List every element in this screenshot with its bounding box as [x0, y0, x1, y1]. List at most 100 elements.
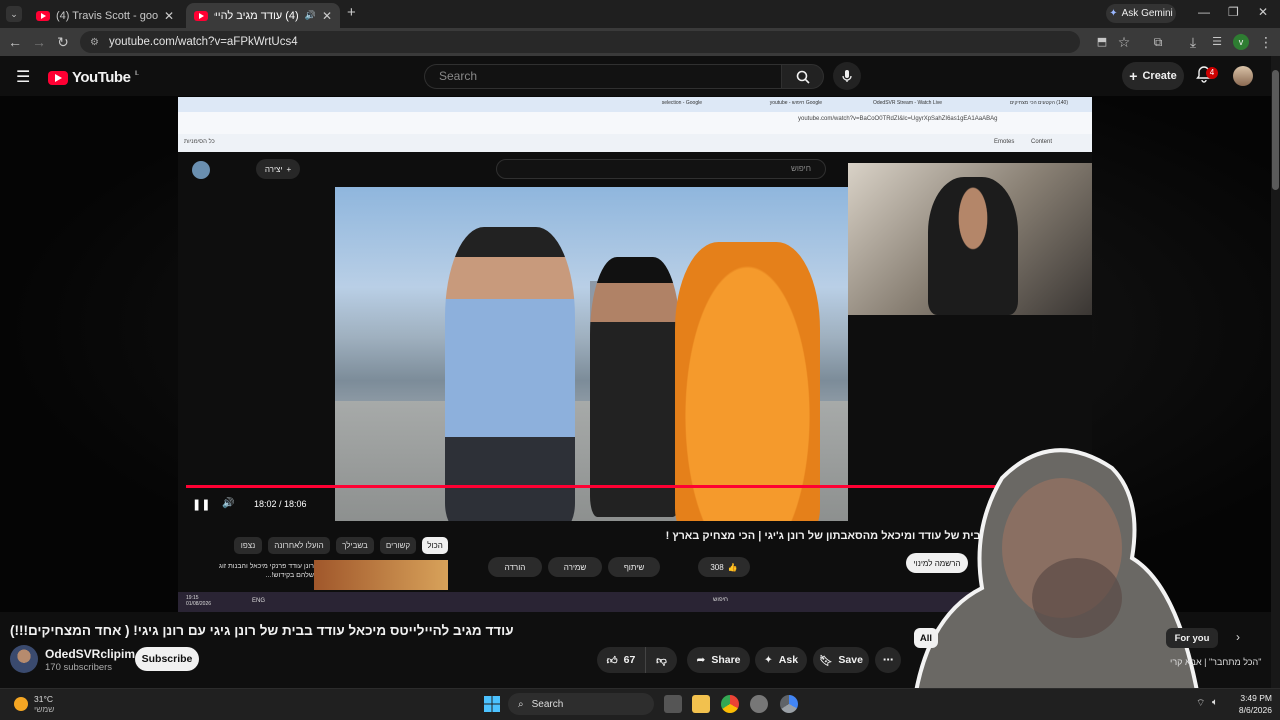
site-info-icon[interactable]: ⚙ [90, 37, 99, 48]
youtube-logo[interactable]: YouTube IL [48, 69, 139, 86]
tab-search-icon[interactable]: ⌄ [6, 6, 22, 22]
logo-region: IL [134, 70, 139, 77]
taskbar-search-label: Search [531, 698, 564, 710]
share-button[interactable]: ➦ Share [687, 647, 750, 673]
plus-icon: + [1129, 68, 1138, 84]
restore-icon[interactable]: ❐ [1228, 5, 1239, 19]
inner-create-button: יצירה + [256, 159, 300, 179]
app-icon[interactable] [750, 695, 768, 713]
youtube-favicon-icon [36, 10, 50, 21]
taskbar-search[interactable]: ⌕ Search [508, 693, 654, 715]
youtube-favicon-icon [194, 10, 208, 21]
inner-bookmarks-label: כל הסימניות [184, 139, 215, 145]
video-title: עודד מגיב להיילייטס מיכאל עודד בבית של ר… [10, 623, 514, 638]
close-icon[interactable]: ✕ [164, 9, 174, 23]
browser-toolbar: ← → ↻ ⚙ youtube.com/watch?v=aFPkWrtUcs4 … [0, 28, 1280, 56]
like-button[interactable]: 👍︎ 67 [597, 647, 645, 673]
profile-avatar[interactable]: v [1233, 34, 1249, 50]
inner-tab-2: OdedSVR Stream - Watch Live [872, 100, 942, 106]
extensions-icon[interactable]: ⧉ [1150, 34, 1166, 50]
ask-button[interactable]: ✦ Ask [755, 647, 807, 673]
speaker-icon[interactable]: 🔊 [305, 10, 316, 21]
browser-tab-bar: ⌄ (4) Travis Scott - goosebumps ( ✕ (4) … [0, 0, 1280, 28]
tab-current-video[interactable]: (4) עודד מגיב להיילייטס מיכ 🔊 ✕ [186, 3, 340, 28]
chevron-right-icon[interactable]: › [1236, 630, 1240, 644]
inner-url: youtube.com/watch?v=BaCoO0TRdZI&lc=UgyrX… [798, 116, 998, 122]
streamer-person [928, 177, 1018, 315]
ask-gemini-button[interactable]: ✦ Ask Gemini [1106, 4, 1176, 23]
search-button[interactable] [781, 64, 824, 89]
plus-icon: + [286, 164, 292, 174]
windows-start-icon[interactable] [484, 696, 500, 712]
reload-icon[interactable]: ↻ [55, 34, 71, 50]
share-label: Share [711, 654, 741, 666]
close-icon[interactable]: ✕ [322, 9, 332, 23]
police-character [445, 227, 575, 521]
inner-related-title: רונן עודד פרנקי מיכאל והבנות זוג שלהם בק… [218, 563, 314, 579]
sparkle-icon: ✦ [763, 654, 773, 666]
inner-emotes: Emotes [994, 139, 1015, 145]
inner-avatar [192, 161, 210, 179]
back-icon[interactable]: ← [7, 34, 23, 50]
inner-search-input: חיפוש [496, 159, 826, 179]
search-icon: ⌕ [518, 698, 524, 710]
inner-chip-watched: נצפו [234, 537, 262, 554]
inner-volume-icon: 🔊 [222, 498, 235, 509]
window-close-icon[interactable]: ✕ [1258, 5, 1268, 19]
thumbs-up-icon: 👍︎ [606, 654, 618, 667]
inner-browser-omnibar: youtube.com/watch?v=BaCoO0TRdZI&lc=UgyrX… [178, 112, 1092, 134]
related-video-title[interactable]: "הכל מתחבר" | אבא קרי [1170, 657, 1261, 667]
filter-chip-for-you[interactable]: For you [1166, 628, 1218, 648]
inner-tab-1: (140) הקטעים הכי מצחיקים [1009, 100, 1068, 106]
ask-gemini-label: Ask Gemini [1121, 8, 1173, 19]
inner-search-placeholder: חיפוש [791, 164, 811, 173]
create-label: Create [1142, 70, 1177, 82]
search-input[interactable]: Search [424, 64, 781, 89]
hamburger-menu-icon[interactable]: ☰ [16, 67, 30, 87]
dislike-button[interactable]: 👎︎ [645, 647, 677, 673]
forward-icon[interactable]: → [31, 34, 47, 50]
channel-avatar[interactable] [10, 645, 38, 673]
sun-icon [14, 697, 28, 711]
bookmark-icon: 🔖︎ [819, 654, 833, 667]
streamer-overlay [912, 448, 1205, 720]
minimize-icon[interactable]: — [1198, 5, 1210, 19]
wifi-icon[interactable]: ⌔ [1196, 697, 1205, 710]
system-clock[interactable]: 3:49 PM 8/6/2026 [1230, 692, 1272, 716]
volume-icon[interactable]: 🔈︎ [1212, 697, 1218, 708]
download-icon[interactable]: ⤓ [1185, 34, 1201, 50]
inner-download-button: הורדה [488, 557, 542, 577]
account-avatar[interactable] [1233, 66, 1253, 86]
subscribe-button[interactable]: Subscribe [135, 647, 199, 671]
install-app-icon[interactable]: ⬒ [1094, 34, 1110, 50]
inner-share-label: שיתוף [623, 562, 645, 572]
more-actions-button[interactable]: ⋯ [875, 647, 901, 673]
inner-related-thumb [314, 560, 448, 590]
filter-chip-all[interactable]: All [914, 628, 938, 648]
more-menu-icon[interactable]: ⋮ [1258, 34, 1274, 50]
save-label: Save [838, 654, 863, 666]
channel-name[interactable]: OdedSVRclipim [45, 647, 135, 661]
new-tab-button[interactable]: + [347, 4, 356, 21]
file-explorer-icon[interactable] [692, 695, 710, 713]
tab-travis-scott[interactable]: (4) Travis Scott - goosebumps ( ✕ [28, 3, 182, 28]
weather-widget[interactable]: 31°C שמשי [14, 694, 54, 714]
inner-pause-icon: ❚❚ [192, 499, 211, 511]
reading-list-icon[interactable]: ☰ [1209, 34, 1225, 50]
save-button[interactable]: 🔖︎ Save [813, 647, 869, 673]
youtube-header: ☰ YouTube IL Search + Create [0, 56, 1280, 96]
like-count: 67 [623, 654, 636, 666]
voice-search-button[interactable] [833, 62, 861, 90]
video-scene [335, 187, 848, 521]
chrome-beta-icon[interactable] [780, 695, 798, 713]
task-view-icon[interactable] [664, 695, 682, 713]
create-button[interactable]: + Create [1122, 62, 1184, 90]
inner-tab-3: youtube - חיפוש Google [769, 100, 822, 106]
inner-time-display: 18:02 / 18:06 [254, 499, 307, 509]
inner-like-button: 308 👍 [698, 557, 750, 577]
microphone-icon [842, 70, 852, 82]
bookmark-star-icon[interactable]: ☆ [1116, 34, 1132, 50]
scrollbar-thumb[interactable] [1272, 70, 1279, 190]
address-bar[interactable]: ⚙ youtube.com/watch?v=aFPkWrtUcs4 [80, 31, 1080, 53]
chrome-icon[interactable] [721, 695, 739, 713]
